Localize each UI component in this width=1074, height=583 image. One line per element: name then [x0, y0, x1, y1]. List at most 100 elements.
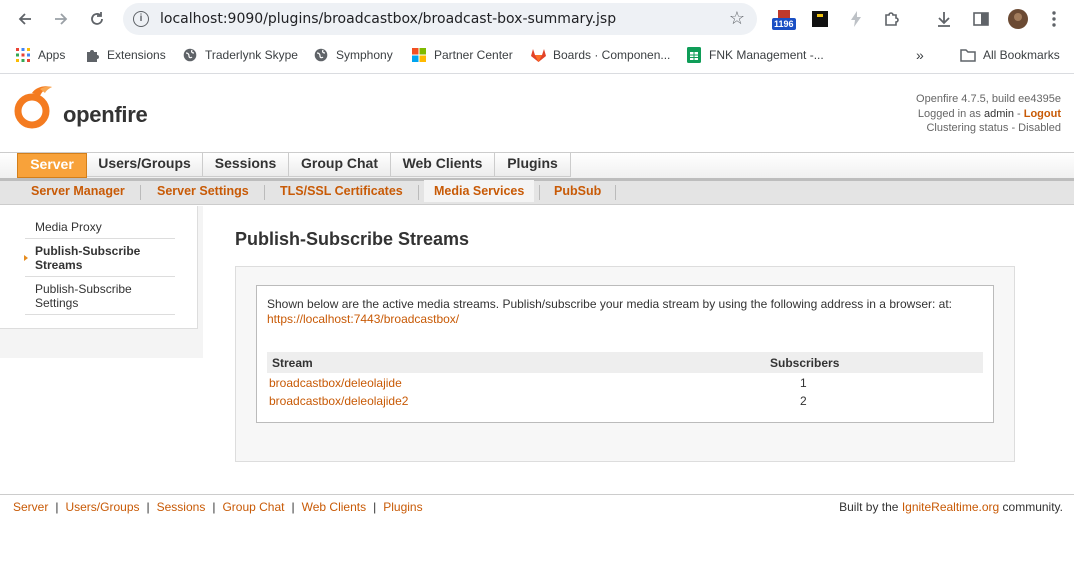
subtab-server-settings[interactable]: Server Settings [157, 184, 249, 198]
footer-link-plugins[interactable]: Plugins [383, 500, 422, 514]
tab-server[interactable]: Server [17, 153, 87, 178]
footer-separator: | [55, 500, 59, 514]
subtab-divider [615, 185, 616, 200]
reload-icon[interactable] [86, 8, 108, 30]
table-row: broadcastbox/deleolajide2 2 [267, 394, 983, 412]
subtab-tls-ssl-certificates[interactable]: TLS/SSL Certificates [280, 184, 403, 198]
forward-icon[interactable] [50, 8, 72, 30]
sidebar-item-publish-subscribe-streams[interactable]: Publish-Subscribe Streams [25, 244, 175, 277]
puzzle-icon [84, 47, 100, 63]
bookmark-traderlynk-skype[interactable]: Traderlynk Skype [182, 47, 298, 63]
back-icon[interactable] [14, 8, 36, 30]
server-info: Openfire 4.7.5, build ee4395e Logged in … [916, 92, 1061, 136]
footer-link-group-chat[interactable]: Group Chat [222, 500, 284, 514]
footer-nav: Server | Users/Groups | Sessions | Group Chat |… [13, 500, 423, 514]
username: admin [983, 107, 1014, 120]
bookmark-symphony[interactable]: Symphony [313, 47, 393, 63]
tab-sessions[interactable]: Sessions [203, 153, 289, 177]
subtab-divider [140, 185, 141, 200]
bookmark-label: FNK Management -... [709, 48, 824, 62]
table-row: broadcastbox/deleolajide 1 [267, 376, 983, 394]
bookmark-label: Boards · Componen... [553, 48, 671, 62]
url-text[interactable]: localhost:9090/plugins/broadcastbox/broa… [160, 11, 616, 27]
footer-separator: | [212, 500, 216, 514]
browser-toolbar: i localhost:9090/plugins/broadcastbox/br… [0, 0, 1074, 38]
lightning-icon[interactable] [844, 7, 868, 31]
column-header-stream: Stream [272, 356, 313, 370]
stream-link[interactable]: broadcastbox/deleolajide2 [269, 394, 408, 408]
logout-separator: - [1013, 107, 1024, 120]
extension-dark-icon[interactable] [808, 7, 832, 31]
page-title: Publish-Subscribe Streams [235, 229, 470, 249]
column-header-subscribers: Subscribers [770, 356, 840, 370]
globe-icon [182, 47, 198, 63]
bookmarks-bar: Apps Extensions Traderlynk Skype Symphon… [0, 38, 1074, 74]
download-icon[interactable] [932, 7, 956, 31]
subtab-divider [264, 185, 265, 200]
footer-separator: | [373, 500, 377, 514]
bookmark-extensions[interactable]: Extensions [84, 47, 166, 63]
bookmark-partner-center[interactable]: Partner Center [411, 47, 513, 63]
credit-prefix: Built by the [839, 500, 902, 514]
globe-icon [313, 47, 329, 63]
bookmark-label: Partner Center [434, 48, 513, 62]
more-bookmarks-button[interactable]: » [916, 47, 924, 63]
footer-link-server[interactable]: Server [13, 500, 48, 514]
site-info-icon[interactable]: i [133, 11, 149, 27]
menu-kebab-icon[interactable] [1042, 7, 1066, 31]
tab-plugins[interactable]: Plugins [495, 153, 571, 177]
broadcast-address-link[interactable]: https://localhost:7443/broadcastbox/ [267, 312, 459, 326]
sub-tabs: Server Manager Server Settings TLS/SSL C… [0, 178, 1074, 205]
apps-grid-icon [15, 47, 31, 63]
subscriber-count: 2 [800, 394, 807, 408]
version-text: Openfire 4.7.5, build ee4395e [916, 93, 1061, 105]
bookmark-label: Symphony [336, 48, 393, 62]
subtab-pubsub[interactable]: PubSub [554, 184, 601, 198]
openfire-logo-icon[interactable] [12, 85, 56, 132]
folder-icon [960, 47, 976, 63]
stream-link[interactable]: broadcastbox/deleolajide [269, 376, 402, 390]
avatar[interactable] [1006, 7, 1030, 31]
logged-in-prefix: Logged in as [917, 107, 984, 120]
logout-link[interactable]: Logout [1024, 108, 1061, 120]
sheets-icon [686, 47, 702, 63]
footer-separator: | [291, 500, 295, 514]
subtab-server-manager[interactable]: Server Manager [31, 184, 125, 198]
main-tabs: Server Users/Groups Sessions Group Chat … [0, 152, 1074, 178]
tab-web-clients[interactable]: Web Clients [391, 153, 495, 177]
footer-separator: | [146, 500, 150, 514]
login-status: Logged in as admin - Logout [916, 107, 1061, 122]
subtab-media-services[interactable]: Media Services [424, 180, 535, 202]
openfire-header: openfire Openfire 4.7.5, build ee4395e L… [0, 75, 1074, 153]
footer-credit: Built by the IgniteRealtime.org communit… [839, 500, 1063, 514]
tab-users-groups[interactable]: Users/Groups [87, 153, 203, 177]
sidebar-menu: Media Proxy Publish-Subscribe Streams Pu… [0, 206, 198, 329]
description-text: Shown below are the active media streams… [267, 297, 953, 311]
all-bookmarks-button[interactable]: All Bookmarks [960, 47, 1060, 63]
bookmark-apps[interactable]: Apps [15, 47, 65, 63]
igniterealtime-link[interactable]: IgniteRealtime.org [902, 500, 999, 514]
extensions-puzzle-icon[interactable] [880, 7, 904, 31]
extension-badge: 1196 [772, 18, 796, 30]
tab-group-chat[interactable]: Group Chat [289, 153, 391, 177]
all-bookmarks-label: All Bookmarks [983, 48, 1060, 62]
bookmark-star-icon[interactable]: ☆ [729, 8, 745, 29]
sidebar-item-media-proxy[interactable]: Media Proxy [25, 220, 175, 239]
streams-table-header: Stream Subscribers [267, 352, 983, 373]
sidebar: Media Proxy Publish-Subscribe Streams Pu… [0, 206, 203, 358]
bookmark-boards[interactable]: Boards · Componen... [530, 47, 670, 63]
sidebar-item-publish-subscribe-settings[interactable]: Publish-Subscribe Settings [25, 282, 175, 315]
footer-link-web-clients[interactable]: Web Clients [302, 500, 366, 514]
bookmark-label: Apps [38, 48, 66, 62]
side-panel-icon[interactable] [969, 7, 993, 31]
openfire-logo-text: openfire [63, 102, 148, 127]
bookmark-label: Traderlynk Skype [205, 48, 298, 62]
footer-link-sessions[interactable]: Sessions [157, 500, 206, 514]
address-bar[interactable]: i localhost:9090/plugins/broadcastbox/br… [123, 3, 757, 35]
clustering-status: Clustering status - Disabled [926, 122, 1061, 134]
gitlab-icon [530, 47, 546, 63]
credit-suffix: community. [999, 500, 1063, 514]
footer-link-users-groups[interactable]: Users/Groups [65, 500, 139, 514]
bookmark-fnk-management[interactable]: FNK Management -... [686, 47, 824, 63]
streams-description: Shown below are the active media streams… [267, 297, 987, 327]
